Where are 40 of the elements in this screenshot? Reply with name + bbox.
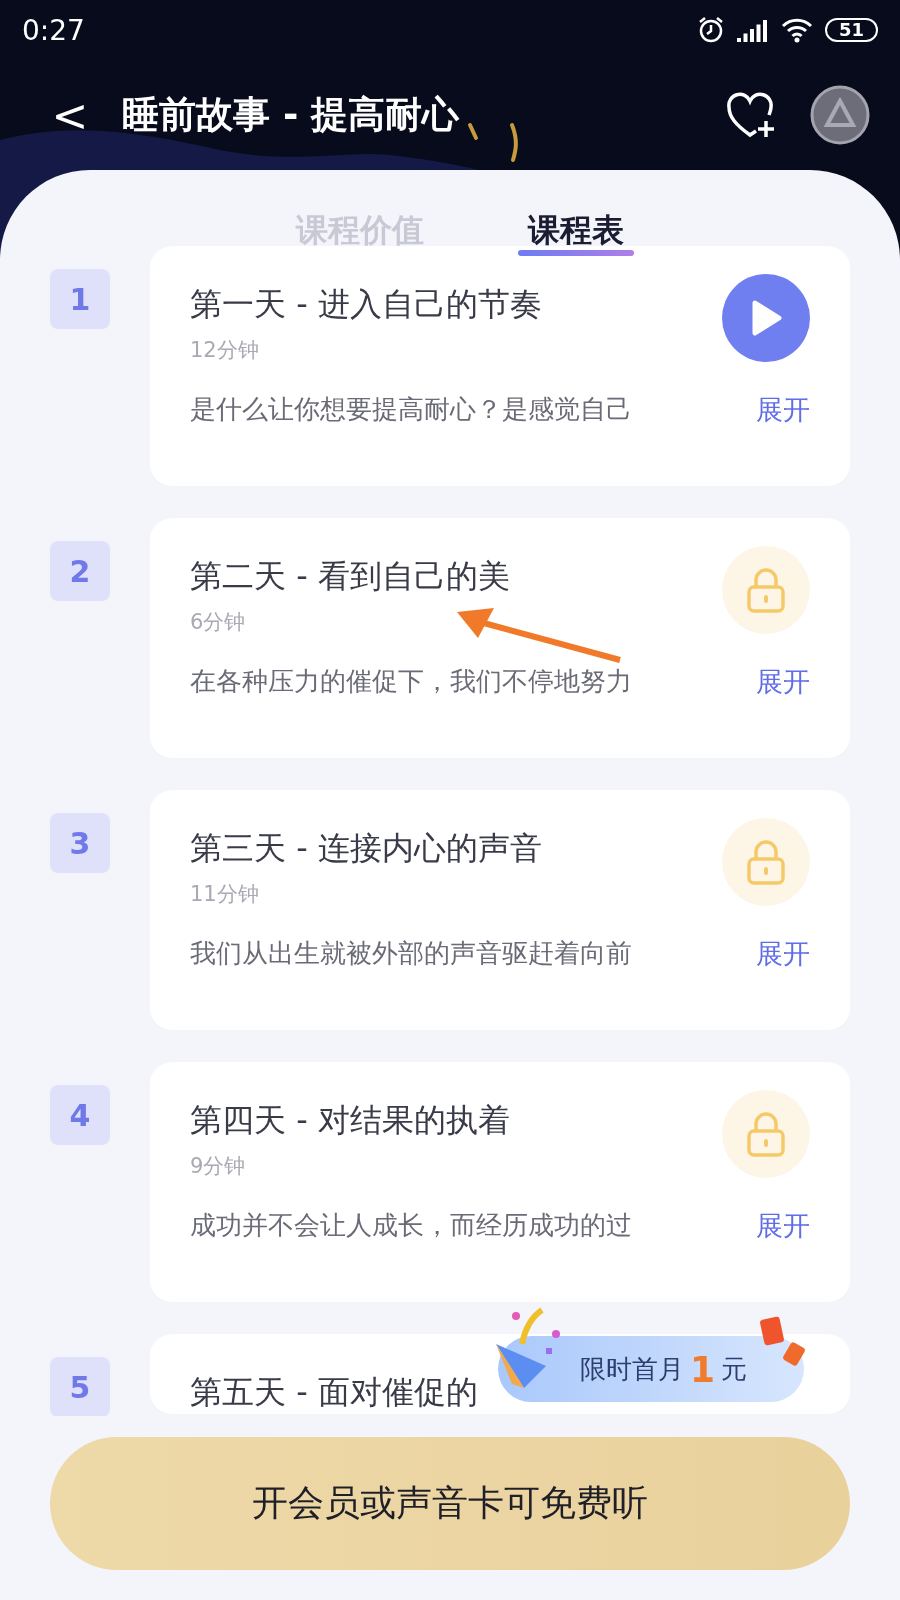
lesson-duration: 12分钟 — [190, 337, 259, 364]
lock-icon — [746, 839, 786, 885]
back-button[interactable]: < — [50, 89, 90, 141]
membership-button[interactable]: 开会员或声音卡可免费听 — [50, 1437, 850, 1570]
lesson-summary: 是什么让你想要提高耐心？是感觉自己 — [190, 393, 632, 426]
expand-link[interactable]: 展开 — [756, 392, 810, 428]
lesson-summary: 我们从出生就被外部的声音驱赶着向前 — [190, 937, 632, 970]
lesson-card[interactable]: 第二天 - 看到自己的美 6分钟 在各种压力的催促下，我们不停地努力 展开 — [150, 518, 850, 758]
promo-text: 限时首月 — [580, 1352, 684, 1386]
expand-link[interactable]: 展开 — [756, 1208, 810, 1244]
lock-icon — [746, 567, 786, 613]
lesson-summary: 成功并不会让人成长，而经历成功的过 — [190, 1209, 632, 1242]
promo-price: 1 — [690, 1348, 716, 1390]
avatar-icon[interactable] — [810, 85, 870, 145]
lesson-title: 第五天 - 面对催促的 — [190, 1372, 479, 1413]
lesson-number: 1 — [50, 269, 110, 329]
lesson-duration: 9分钟 — [190, 1153, 246, 1180]
clock-time: 0:27 — [22, 13, 86, 47]
lesson-duration: 11分钟 — [190, 881, 259, 908]
lesson-number: 2 — [50, 541, 110, 601]
lesson-summary: 在各种压力的催促下，我们不停地努力 — [190, 665, 632, 698]
lesson-number: 4 — [50, 1085, 110, 1145]
promo-unit: 元 — [721, 1352, 748, 1386]
lesson-title: 第二天 - 看到自己的美 — [190, 556, 511, 597]
expand-link[interactable]: 展开 — [756, 936, 810, 972]
lesson-title: 第一天 - 进入自己的节奏 — [190, 284, 543, 325]
lesson-duration: 6分钟 — [190, 609, 246, 636]
lesson-number: 5 — [50, 1357, 110, 1417]
expand-link[interactable]: 展开 — [756, 664, 810, 700]
lesson-card[interactable]: 第四天 - 对结果的执着 9分钟 成功并不会让人成长，而经历成功的过 展开 — [150, 1062, 850, 1302]
lesson-title: 第四天 - 对结果的执着 — [190, 1100, 511, 1141]
wifi-icon — [780, 17, 813, 43]
lesson-card[interactable]: 第一天 - 进入自己的节奏 12分钟 是什么让你想要提高耐心？是感觉自己 展开 — [150, 246, 850, 486]
lesson-title: 第三天 - 连接内心的声音 — [190, 828, 543, 869]
page-title: 睡前故事 - 提高耐心 — [122, 92, 461, 138]
battery-level: 51 — [824, 18, 878, 42]
lesson-card[interactable]: 第三天 - 连接内心的声音 11分钟 我们从出生就被外部的声音驱赶着向前 展开 — [150, 790, 850, 1030]
lock-icon — [746, 1111, 786, 1157]
signal-icon — [736, 18, 769, 42]
lesson-number: 3 — [50, 813, 110, 873]
